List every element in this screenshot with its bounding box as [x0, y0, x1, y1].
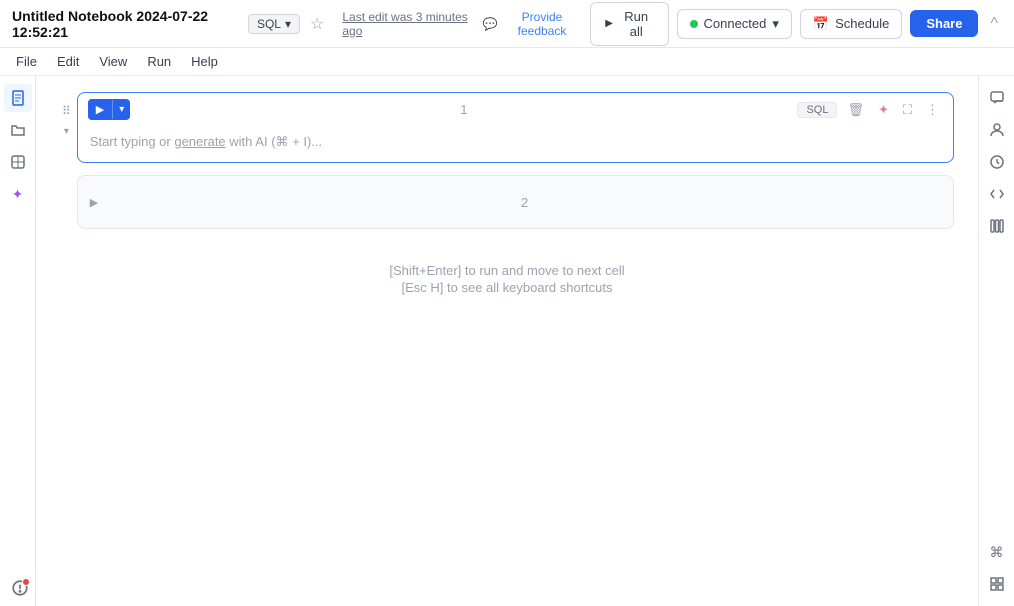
menu-file[interactable]: File — [8, 52, 45, 71]
hints-area: [Shift+Enter] to run and move to next ce… — [60, 241, 954, 317]
notification-icon[interactable] — [8, 576, 32, 600]
share-button[interactable]: Share — [910, 10, 978, 37]
generate-link[interactable]: generate — [174, 134, 225, 149]
feedback-button[interactable]: 💬 Provide feedback — [483, 10, 582, 38]
topbar: Untitled Notebook 2024-07-22 12:52:21 SQ… — [0, 0, 1014, 48]
cell-1-run-dropdown[interactable]: ▾ — [112, 100, 130, 119]
drag-handle-icon[interactable]: ⠿ — [60, 102, 73, 120]
menu-help[interactable]: Help — [183, 52, 226, 71]
sidebar-icon-library[interactable] — [983, 212, 1011, 240]
sql-dropdown-icon: ▾ — [285, 17, 291, 31]
star-button[interactable]: ☆ — [308, 12, 326, 36]
cell-2-container: ⠿ ▶ 2 — [60, 175, 954, 229]
run-all-icon: ▶ — [605, 18, 613, 29]
sql-badge-label: SQL — [257, 17, 281, 31]
notebook-area: ⠿ ▾ ▶ ▾ 1 SQL 🗑 ✦ ⛶ ⋮ — [36, 76, 978, 606]
feedback-label: Provide feedback — [502, 10, 583, 38]
sidebar-icon-comment[interactable] — [983, 84, 1011, 112]
sidebar-icon-code[interactable] — [983, 180, 1011, 208]
menubar: File Edit View Run Help — [0, 48, 1014, 76]
sidebar-icon-history[interactable] — [983, 148, 1011, 176]
run-all-label: Run all — [619, 9, 654, 39]
sidebar-icon-folder[interactable] — [4, 116, 32, 144]
cell-1-more-button[interactable]: ⋮ — [922, 100, 943, 120]
main-area: ✦ ⠿ ▾ ▶ ▾ 1 SQL 🗑 ✦ ⛶ — [0, 76, 1014, 606]
cell-2-run-button[interactable]: ▶ — [88, 194, 100, 211]
bottom-notification — [8, 576, 32, 600]
cell-1-header: ▶ ▾ 1 SQL 🗑 ✦ ⛶ ⋮ — [78, 93, 953, 126]
cell-1-drag: ⠿ ▾ — [60, 92, 73, 139]
cell-1-run-button[interactable]: ▶ — [88, 99, 112, 120]
right-sidebar: ⌘ — [978, 76, 1014, 606]
menu-view[interactable]: View — [91, 52, 135, 71]
sidebar-icon-keyboard[interactable]: ⌘ — [983, 538, 1011, 566]
schedule-button[interactable]: 📅 Schedule — [800, 9, 902, 39]
sidebar-icon-grid[interactable] — [983, 570, 1011, 598]
hint-line-2: [Esc H] to see all keyboard shortcuts — [80, 280, 934, 295]
run-all-button[interactable]: ▶ Run all — [590, 2, 668, 46]
cell-1-container: ⠿ ▾ ▶ ▾ 1 SQL 🗑 ✦ ⛶ ⋮ — [60, 92, 954, 163]
schedule-label: Schedule — [835, 16, 889, 31]
sidebar-icon-person[interactable] — [983, 116, 1011, 144]
sidebar-icon-sparkle[interactable]: ✦ — [4, 180, 32, 208]
left-sidebar: ✦ — [0, 76, 36, 606]
cell-1-body[interactable]: Start typing or generate with AI (⌘ + I)… — [78, 126, 953, 162]
sql-badge-button[interactable]: SQL ▾ — [248, 14, 300, 34]
cell-2[interactable]: ▶ 2 — [77, 175, 954, 229]
hint-line-1: [Shift+Enter] to run and move to next ce… — [80, 263, 934, 278]
cell-1-chevron[interactable]: ▾ — [62, 124, 71, 139]
cell-2-number: 2 — [106, 195, 943, 210]
menu-edit[interactable]: Edit — [49, 52, 87, 71]
cell-1-placeholder: Start typing or generate with AI (⌘ + I)… — [90, 134, 322, 149]
cell-2-header: ▶ 2 — [78, 176, 953, 228]
cell-1-type-badge: SQL — [797, 102, 837, 118]
notebook-title: Untitled Notebook 2024-07-22 12:52:21 — [12, 8, 240, 40]
connected-dot-icon — [690, 20, 698, 28]
cell-1-sparkle-button[interactable]: ✦ — [874, 100, 893, 120]
connected-dropdown-icon: ▾ — [772, 16, 779, 32]
cell-1-number: 1 — [136, 102, 791, 117]
feedback-icon: 💬 — [483, 17, 498, 31]
menu-run[interactable]: Run — [139, 52, 179, 71]
sidebar-icon-package[interactable] — [4, 148, 32, 176]
last-edit-label[interactable]: Last edit was 3 minutes ago — [342, 10, 474, 38]
cell-1-delete-button[interactable]: 🗑 — [843, 100, 868, 120]
sidebar-icon-document[interactable] — [4, 84, 32, 112]
cell-1[interactable]: ▶ ▾ 1 SQL 🗑 ✦ ⛶ ⋮ Start typing or genera… — [77, 92, 954, 163]
connected-label: Connected — [704, 16, 767, 31]
connected-button[interactable]: Connected ▾ — [677, 9, 792, 39]
calendar-icon: 📅 — [813, 16, 829, 32]
collapse-button[interactable]: ^ — [986, 13, 1002, 35]
cell-1-expand-button[interactable]: ⛶ — [899, 100, 916, 120]
cell-1-run-group: ▶ ▾ — [88, 99, 131, 120]
